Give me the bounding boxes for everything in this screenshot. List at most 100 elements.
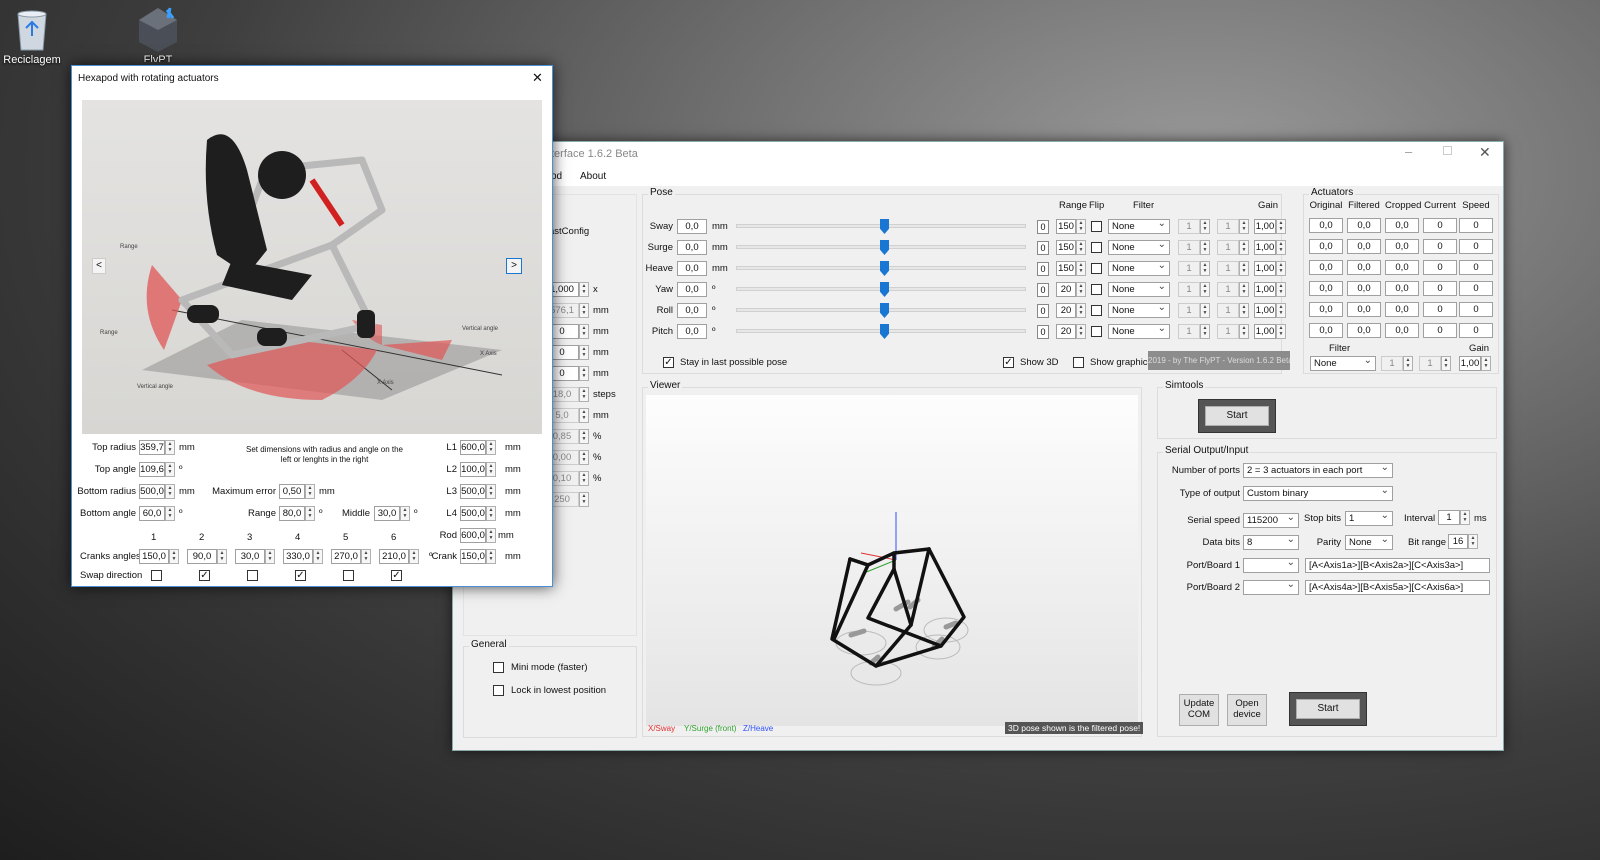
interval-spin[interactable]: ▲ ▼ — [1460, 510, 1470, 525]
pose-sway-gain[interactable]: 1,00 — [1254, 219, 1276, 234]
pose-surge-gain[interactable]: 1,00 — [1254, 240, 1276, 255]
pose-pitch-flip[interactable] — [1091, 326, 1102, 337]
pose-yaw-filter-param-2-spin[interactable]: ▲ ▼ — [1239, 282, 1249, 297]
pose-roll-filter-param-2[interactable]: 1 — [1217, 303, 1239, 318]
hexapod-close-icon[interactable]: ✕ — [532, 70, 543, 86]
length-l3-spin[interactable]: ▲ ▼ — [486, 484, 496, 499]
viewer-3d-canvas[interactable] — [646, 395, 1138, 726]
pose-yaw-zero[interactable]: 0 — [1037, 283, 1049, 297]
length-l2-spin[interactable]: ▲ ▼ — [486, 462, 496, 477]
crank-angle-5-spin[interactable]: ▲ ▼ — [361, 549, 371, 564]
pose-surge-gain-spin[interactable]: ▲ ▼ — [1276, 240, 1286, 255]
crank-angle-5-input[interactable]: 270,0 — [331, 549, 361, 564]
pose-heave-gain[interactable]: 1,00 — [1254, 261, 1276, 276]
mini-mode-checkbox[interactable] — [493, 662, 504, 673]
pose-sway-filter-param-2-spin[interactable]: ▲ ▼ — [1239, 219, 1249, 234]
pose-surge-value[interactable]: 0,0 — [677, 240, 707, 255]
swap-direction-6-checkbox[interactable]: ✓ — [391, 570, 402, 581]
serial-start-button[interactable]: Start — [1289, 692, 1367, 726]
open-device-button[interactable]: Open device — [1227, 694, 1267, 726]
pose-heave-zero[interactable]: 0 — [1037, 262, 1049, 276]
flypt-shortcut[interactable]: FlyPT — [126, 6, 190, 62]
bottom-angle-spin[interactable]: ▲ ▼ — [165, 506, 175, 521]
show-graphic-checkbox[interactable] — [1073, 357, 1084, 368]
left-param-9-spin[interactable]: ▲ ▼ — [579, 450, 589, 465]
bit-range-input[interactable]: 16 — [1448, 534, 1468, 549]
pose-sway-filter-param-2[interactable]: 1 — [1217, 219, 1239, 234]
pose-roll-range-spin[interactable]: ▲ ▼ — [1076, 303, 1086, 318]
crank-angle-1-input[interactable]: 150,0 — [139, 549, 169, 564]
simtools-start-button[interactable]: Start — [1198, 399, 1276, 433]
pose-pitch-range-spin[interactable]: ▲ ▼ — [1076, 324, 1086, 339]
serial-speed-select[interactable]: 115200 — [1243, 513, 1299, 528]
swap-direction-2-checkbox[interactable]: ✓ — [199, 570, 210, 581]
swap-direction-5-checkbox[interactable] — [343, 570, 354, 581]
left-param-5-spin[interactable]: ▲ ▼ — [579, 366, 589, 381]
crank-spin[interactable]: ▲ ▼ — [486, 549, 496, 564]
length-l4-input[interactable]: 500,0 — [460, 506, 486, 521]
actuator-filter-param-2-spin[interactable]: ▲ ▼ — [1441, 356, 1451, 371]
pose-sway-value[interactable]: 0,0 — [677, 219, 707, 234]
pose-yaw-range[interactable]: 20 — [1056, 282, 1076, 297]
pose-heave-gain-spin[interactable]: ▲ ▼ — [1276, 261, 1286, 276]
top-angle-spin[interactable]: ▲ ▼ — [165, 462, 175, 477]
pose-roll-zero[interactable]: 0 — [1037, 304, 1049, 318]
top-angle-input[interactable]: 109,6 — [139, 462, 165, 477]
maximize-button[interactable] — [1443, 146, 1452, 155]
length-l1-spin[interactable]: ▲ ▼ — [486, 440, 496, 455]
left-param-8-spin[interactable]: ▲ ▼ — [579, 429, 589, 444]
minimize-button[interactable]: – — [1405, 144, 1412, 159]
crank-angle-6-input[interactable]: 210,0 — [379, 549, 409, 564]
pose-yaw-range-spin[interactable]: ▲ ▼ — [1076, 282, 1086, 297]
bottom-radius-input[interactable]: 500,0 — [139, 484, 165, 499]
previous-image-button[interactable]: < — [92, 258, 106, 274]
pose-sway-zero[interactable]: 0 — [1037, 220, 1049, 234]
bit-range-spin[interactable]: ▲ ▼ — [1468, 534, 1478, 549]
pose-pitch-zero[interactable]: 0 — [1037, 325, 1049, 339]
actuator-filter-select[interactable]: None — [1310, 356, 1376, 371]
length-l2-input[interactable]: 100,0 — [460, 462, 486, 477]
pose-pitch-gain[interactable]: 1,00 — [1254, 324, 1276, 339]
pose-yaw-filter-param-1[interactable]: 1 — [1178, 282, 1200, 297]
actuator-filter-param-1[interactable]: 1 — [1381, 356, 1403, 371]
pose-surge-filter-param-2-spin[interactable]: ▲ ▼ — [1239, 240, 1249, 255]
show-3d-checkbox[interactable]: ✓ — [1003, 357, 1014, 368]
max-error-spin[interactable]: ▲ ▼ — [305, 484, 315, 499]
actuator-gain-input[interactable]: 1,00 — [1459, 356, 1481, 371]
pose-yaw-filter-param-2[interactable]: 1 — [1217, 282, 1239, 297]
pose-roll-range[interactable]: 20 — [1056, 303, 1076, 318]
pose-heave-filter-param-2[interactable]: 1 — [1217, 261, 1239, 276]
pose-pitch-filter-param-2[interactable]: 1 — [1217, 324, 1239, 339]
rod-input[interactable]: 600,0 — [460, 528, 486, 543]
bottom-radius-spin[interactable]: ▲ ▼ — [165, 484, 175, 499]
crank-angle-4-spin[interactable]: ▲ ▼ — [313, 549, 323, 564]
swap-direction-1-checkbox[interactable] — [151, 570, 162, 581]
pose-heave-flip[interactable] — [1091, 263, 1102, 274]
pose-sway-range-spin[interactable]: ▲ ▼ — [1076, 219, 1086, 234]
rod-spin[interactable]: ▲ ▼ — [486, 528, 496, 543]
pose-roll-value[interactable]: 0,0 — [677, 303, 707, 318]
pose-surge-flip[interactable] — [1091, 242, 1102, 253]
top-radius-input[interactable]: 359,7 — [139, 440, 165, 455]
actuator-filter-param-1-spin[interactable]: ▲ ▼ — [1403, 356, 1413, 371]
pose-heave-value[interactable]: 0,0 — [677, 261, 707, 276]
output-type-select[interactable]: Custom binary — [1243, 486, 1393, 501]
pose-roll-flip[interactable] — [1091, 305, 1102, 316]
pose-yaw-filter-param-1-spin[interactable]: ▲ ▼ — [1200, 282, 1210, 297]
port-board-1-select[interactable] — [1243, 558, 1299, 573]
length-l3-input[interactable]: 500,0 — [460, 484, 486, 499]
crank-angle-3-input[interactable]: 30,0 — [235, 549, 265, 564]
pose-yaw-flip[interactable] — [1091, 284, 1102, 295]
lock-lowest-checkbox[interactable] — [493, 685, 504, 696]
middle-input[interactable]: 30,0 — [374, 506, 400, 521]
close-button[interactable]: ✕ — [1479, 144, 1491, 161]
pose-surge-filter-param-1[interactable]: 1 — [1178, 240, 1200, 255]
crank-angle-2-input[interactable]: 90,0 — [187, 549, 217, 564]
port-board-1-string[interactable]: [A<Axis1a>][B<Axis2a>][C<Axis3a>] — [1305, 558, 1490, 573]
actuator-gain-spin[interactable]: ▲ ▼ — [1481, 356, 1491, 371]
pose-pitch-value[interactable]: 0,0 — [677, 324, 707, 339]
length-l4-spin[interactable]: ▲ ▼ — [486, 506, 496, 521]
left-param-11-spin[interactable]: ▲ ▼ — [579, 492, 589, 507]
data-bits-select[interactable]: 8 — [1243, 535, 1299, 550]
pose-sway-flip[interactable] — [1091, 221, 1102, 232]
